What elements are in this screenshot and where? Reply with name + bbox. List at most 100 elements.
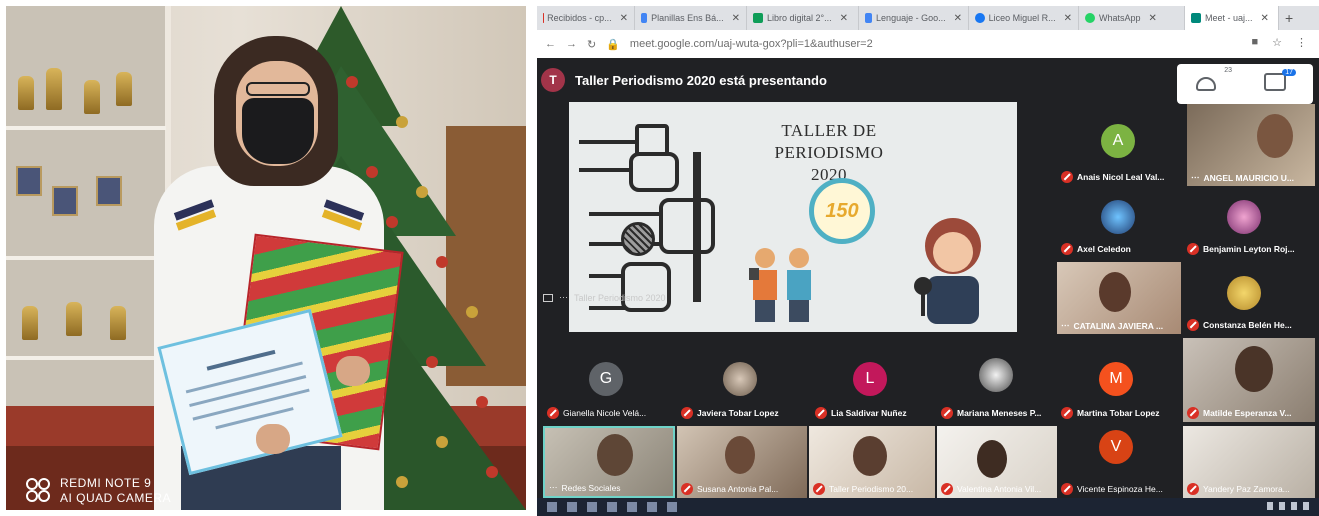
participant-tile[interactable]: Javiera Tobar Lopez xyxy=(677,358,807,422)
menu-icon[interactable]: ⋮ xyxy=(1296,36,1307,49)
trophy xyxy=(22,306,38,340)
participant-avatar: G xyxy=(589,362,623,396)
tab-label: Recibidos - cp... xyxy=(547,13,612,23)
mic-off-icon xyxy=(547,407,559,419)
ornament xyxy=(416,186,428,198)
more-icon[interactable]: ⋯ xyxy=(1061,320,1070,331)
shelf xyxy=(6,356,166,360)
back-icon[interactable]: ← xyxy=(545,38,556,50)
participant-avatar: M xyxy=(1099,362,1133,396)
tab-lenguaje[interactable]: Lenguaje - Goo... ✕ xyxy=(859,6,969,30)
search-icon[interactable] xyxy=(567,502,577,512)
participant-tile[interactable]: Matilde Esperanza V... xyxy=(1183,338,1315,422)
ornament xyxy=(386,216,398,228)
close-icon[interactable]: ✕ xyxy=(1261,13,1269,24)
mic-off-icon xyxy=(1061,407,1073,419)
ornament xyxy=(346,76,358,88)
participant-name: Constanza Belén He... xyxy=(1187,319,1292,331)
tab-planillas[interactable]: Planillas Ens Bá... ✕ xyxy=(635,6,747,30)
mic-off-icon xyxy=(815,407,827,419)
participant-tile[interactable]: Susana Antonia Pal... xyxy=(677,426,807,498)
presenter-status: Taller Periodismo 2020 está presentando xyxy=(575,72,827,88)
ornament xyxy=(436,256,448,268)
file-explorer-icon[interactable] xyxy=(607,502,617,512)
camera-icon[interactable]: ■ xyxy=(1251,36,1258,49)
tab-gmail[interactable]: Recibidos - cp... ✕ xyxy=(537,6,635,30)
fist-icon xyxy=(659,198,715,254)
new-tab-button[interactable]: + xyxy=(1279,6,1309,30)
mic-off-icon xyxy=(941,483,953,495)
tray-icon[interactable] xyxy=(1267,502,1273,510)
participant-avatar xyxy=(1227,276,1261,310)
participant-tile[interactable]: Yandery Paz Zamora... xyxy=(1183,426,1315,498)
close-icon[interactable]: ✕ xyxy=(732,13,740,24)
participant-name: ⋯ ANGEL MAURICIO U... xyxy=(1191,172,1295,183)
tab-liceo[interactable]: Liceo Miguel R... ✕ xyxy=(969,6,1079,30)
more-icon[interactable]: ⋯ xyxy=(559,292,568,303)
participant-tile[interactable]: L Lia Saldivar Nuñez xyxy=(811,358,935,422)
url-field[interactable]: meet.google.com/uaj-wuta-gox?pli=1&authu… xyxy=(630,38,873,50)
mic-off-icon xyxy=(1187,243,1199,255)
presentation-header: T Taller Periodismo 2020 está presentand… xyxy=(537,58,1319,104)
more-icon[interactable]: ⋯ xyxy=(1191,172,1200,183)
trophy xyxy=(18,76,34,110)
participant-name: Vicente Espinoza He... xyxy=(1061,483,1163,495)
participant-tile[interactable]: M Martina Tobar Lopez xyxy=(1057,358,1179,422)
participant-tile[interactable]: Axel Celedon xyxy=(1057,196,1179,258)
participant-name: Benjamin Leyton Roj... xyxy=(1187,243,1295,255)
trophy xyxy=(84,80,100,114)
tray-icon[interactable] xyxy=(1279,502,1285,510)
address-bar: ← → ↻ 🔒 meet.google.com/uaj-wuta-gox?pli… xyxy=(537,30,1319,58)
mic-off-icon xyxy=(1187,483,1199,495)
participant-tile[interactable]: V Vicente Espinoza He... xyxy=(1057,426,1181,498)
windows-taskbar xyxy=(537,498,1319,516)
participant-tile[interactable]: ⋯ Redes Sociales xyxy=(543,426,675,498)
reload-icon[interactable]: ↻ xyxy=(587,38,596,51)
participant-name: ⋯ Redes Sociales xyxy=(549,482,621,493)
participant-tile[interactable]: ⋯ CATALINA JAVIERA ... xyxy=(1057,262,1181,334)
participant-tile[interactable]: Taller Periodismo 20... xyxy=(809,426,935,498)
chat-button[interactable]: 17 xyxy=(1264,69,1296,95)
windows-start-icon[interactable] xyxy=(547,502,557,512)
fist-icon xyxy=(621,262,671,312)
close-icon[interactable]: ✕ xyxy=(954,13,962,24)
close-icon[interactable]: ✕ xyxy=(620,13,628,24)
tray-icon[interactable] xyxy=(1303,502,1309,510)
people-button[interactable]: 23 xyxy=(1196,67,1232,95)
cameraman-illustration xyxy=(749,248,777,322)
participant-name: ⋯ CATALINA JAVIERA ... xyxy=(1061,320,1164,331)
tab-whatsapp[interactable]: WhatsApp ✕ xyxy=(1079,6,1185,30)
close-icon[interactable]: ✕ xyxy=(1064,13,1072,24)
reporter-illustration xyxy=(914,218,981,324)
mic-off-icon xyxy=(941,407,953,419)
store-icon[interactable] xyxy=(647,502,657,512)
mic-off-icon xyxy=(1061,243,1073,255)
tray-icon[interactable] xyxy=(1291,502,1297,510)
chrome-icon[interactable] xyxy=(667,502,677,512)
meet-window: T Taller Periodismo 2020 está presentand… xyxy=(537,58,1319,498)
star-icon[interactable]: ☆ xyxy=(1272,36,1282,49)
close-icon[interactable]: ✕ xyxy=(840,13,848,24)
participant-tile[interactable]: Benjamin Leyton Roj... xyxy=(1183,196,1315,258)
tab-libro-digital[interactable]: Libro digital 2°... ✕ xyxy=(747,6,859,30)
mic-off-icon xyxy=(813,483,825,495)
participant-tile[interactable]: A Anais Nicol Leal Val... xyxy=(1057,114,1179,186)
shelf xyxy=(6,256,166,260)
tab-label: Libro digital 2°... xyxy=(767,13,832,23)
participant-face xyxy=(853,436,887,476)
task-view-icon[interactable] xyxy=(587,502,597,512)
participant-tile[interactable]: ⋯ ANGEL MAURICIO U... xyxy=(1187,104,1315,186)
participant-tile[interactable]: G Gianella Nicole Velá... xyxy=(543,358,669,422)
forward-icon[interactable]: → xyxy=(566,38,577,50)
participant-tile[interactable]: Mariana Meneses P... xyxy=(937,358,1061,422)
mail-icon[interactable] xyxy=(627,502,637,512)
close-icon[interactable]: ✕ xyxy=(1149,13,1157,24)
mic-off-icon xyxy=(681,483,693,495)
meet-screen-photo: Recibidos - cp... ✕ Planillas Ens Bá... ✕ … xyxy=(537,6,1319,516)
participant-tile[interactable]: Valentina Antonia Vil... xyxy=(937,426,1057,498)
more-icon[interactable]: ⋯ xyxy=(549,482,558,493)
participant-tile[interactable]: Constanza Belén He... xyxy=(1183,272,1315,334)
ornament xyxy=(486,466,498,478)
tab-meet[interactable]: Meet - uaj... ✕ xyxy=(1185,6,1279,30)
participant-face xyxy=(1235,346,1273,392)
